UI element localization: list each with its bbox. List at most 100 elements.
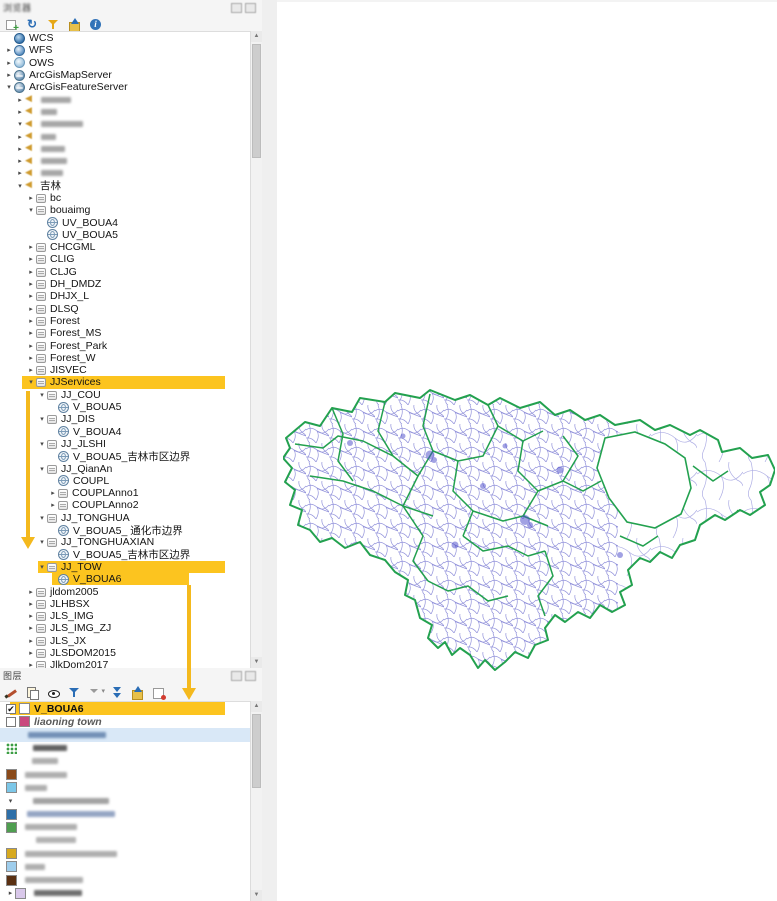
tree-item[interactable]: ▸DH_DMDZ [0,278,251,290]
tree-item[interactable]: ▾吉林 [0,180,251,192]
tree-item[interactable]: V_BOUA4 [0,426,251,438]
tree-item[interactable]: ▾ [0,118,251,130]
add-layer-icon[interactable] [5,18,19,32]
scrollbar-thumb[interactable] [252,714,261,788]
tree-item[interactable]: ▾JJ_TOW [0,561,251,573]
tree-item[interactable]: ▸jldom2005 [0,585,251,597]
tree-item[interactable]: V_BOUA5_ 通化市边界 [0,524,251,536]
collapse-arrow-icon[interactable]: ▾ [26,378,36,386]
tree-item[interactable]: ▸JLS_JX [0,635,251,647]
expand-arrow-icon[interactable]: ▸ [26,649,36,657]
tree-item[interactable]: ▸JLS_IMG [0,610,251,622]
collapse-arrow-icon[interactable]: ▾ [37,563,47,571]
layer-row[interactable]: ▾ [0,794,251,807]
tree-item[interactable]: ▸CLJG [0,266,251,278]
tree-item[interactable]: ▸JISVEC [0,364,251,376]
tree-item[interactable]: ▸Forest_MS [0,327,251,339]
layer-row[interactable] [0,768,251,781]
styling-icon[interactable] [5,686,19,700]
expand-arrow-icon[interactable]: ▸ [26,305,36,313]
expand-arrow-icon[interactable]: ▸ [15,133,25,141]
expand-arrow-icon[interactable]: ▸ [26,366,36,374]
expand-arrow-icon[interactable]: ▸ [26,588,36,596]
collapse-arrow-icon[interactable]: ▾ [15,182,25,190]
layer-row[interactable] [0,860,251,873]
tree-item[interactable]: UV_BOUA5 [0,229,251,241]
tree-item[interactable]: V_BOUA6 [0,573,251,585]
scrollbar-thumb[interactable] [252,44,261,158]
panel-splitter[interactable] [262,0,278,901]
collapse-arrow-icon[interactable]: ▾ [26,206,36,214]
tree-item[interactable]: ▸CHCGML [0,241,251,253]
layer-visibility-checkbox[interactable] [6,717,16,727]
layer-row[interactable] [0,728,251,741]
filter-legend-icon[interactable] [68,686,82,700]
layers-scrollbar[interactable]: ▲ ▼ [250,701,262,901]
expand-arrow-icon[interactable]: ▸ [15,108,25,116]
tree-item[interactable]: V_BOUA5_吉林市区边界 [0,450,251,462]
filter-icon[interactable] [47,18,61,32]
layer-row[interactable] [0,755,251,768]
expand-arrow-icon[interactable]: ▸ [26,268,36,276]
layer-row[interactable]: liaoning town [0,715,251,728]
filter-expression-icon[interactable] [89,686,103,700]
layer-row[interactable] [0,808,251,821]
layer-row[interactable] [0,821,251,834]
collapse-arrow-icon[interactable]: ▾ [37,440,47,448]
tree-item[interactable]: V_BOUA5 [0,401,251,413]
expand-arrow-icon[interactable]: ▸ [26,329,36,337]
tree-item[interactable]: ▸COUPLAnno1 [0,487,251,499]
collapse-arrow-icon[interactable]: ▾ [37,514,47,522]
tree-item[interactable]: ▸CLIG [0,253,251,265]
collapse-all-icon[interactable] [68,18,82,32]
tree-item[interactable]: ▸ [0,93,251,105]
expand-arrow-icon[interactable]: ▸ [4,46,14,54]
tree-item[interactable]: ▾JJ_QianAn [0,462,251,474]
expand-arrow-icon[interactable]: ▸ [26,637,36,645]
tree-item[interactable]: ▾JJ_COU [0,389,251,401]
tree-item[interactable]: ▸ [0,130,251,142]
tree-item[interactable]: ▸COUPLAnno2 [0,499,251,511]
expand-all-icon[interactable] [110,686,124,700]
tree-item[interactable]: ▸ [0,143,251,155]
scroll-up-icon[interactable]: ▲ [251,31,262,42]
float-panel-icon[interactable] [231,671,242,681]
tree-item[interactable]: ▸ArcGisMapServer [0,69,251,81]
refresh-icon[interactable] [26,18,40,32]
tree-item[interactable]: ▸Forest_Park [0,339,251,351]
tree-item[interactable]: ▸JLS_IMG_ZJ [0,622,251,634]
layer-row[interactable] [0,781,251,794]
properties-icon[interactable] [89,18,103,32]
expand-arrow-icon[interactable]: ▸ [26,624,36,632]
add-group-icon[interactable] [26,686,40,700]
layer-row[interactable]: ▸ [0,887,251,900]
collapse-arrow-icon[interactable]: ▾ [4,83,14,91]
expand-arrow-icon[interactable]: ▸ [48,489,58,497]
tree-item[interactable]: ▾bouaimg [0,204,251,216]
close-panel-icon[interactable] [245,671,256,681]
expand-arrow-icon[interactable]: ▸ [26,600,36,608]
tree-item[interactable]: V_BOUA5_吉林市区边界 [0,548,251,560]
expand-arrow-icon[interactable]: ▸ [26,317,36,325]
collapse-arrow-icon[interactable]: ▾ [6,797,15,805]
tree-item[interactable]: UV_BOUA4 [0,216,251,228]
expand-arrow-icon[interactable]: ▸ [26,255,36,263]
tree-item[interactable]: ▸WFS [0,44,251,56]
tree-item[interactable]: ▾JJ_DIS [0,413,251,425]
expand-arrow-icon[interactable]: ▸ [26,292,36,300]
tree-item[interactable]: ▸bc [0,192,251,204]
tree-item[interactable]: ▸ [0,155,251,167]
expand-arrow-icon[interactable]: ▸ [15,145,25,153]
tree-item[interactable]: WCS [0,32,251,44]
collapse-arrow-icon[interactable]: ▾ [37,465,47,473]
remove-layer-icon[interactable] [152,686,166,700]
expand-arrow-icon[interactable]: ▸ [26,354,36,362]
tree-item[interactable]: ▸DLSQ [0,303,251,315]
tree-item[interactable]: ▸ [0,106,251,118]
scroll-down-icon[interactable]: ▼ [251,890,262,901]
expand-arrow-icon[interactable]: ▸ [15,169,25,177]
expand-arrow-icon[interactable]: ▸ [26,661,36,668]
expand-arrow-icon[interactable]: ▸ [26,612,36,620]
collapse-arrow-icon[interactable]: ▾ [37,538,47,546]
map-themes-icon[interactable] [47,686,61,700]
